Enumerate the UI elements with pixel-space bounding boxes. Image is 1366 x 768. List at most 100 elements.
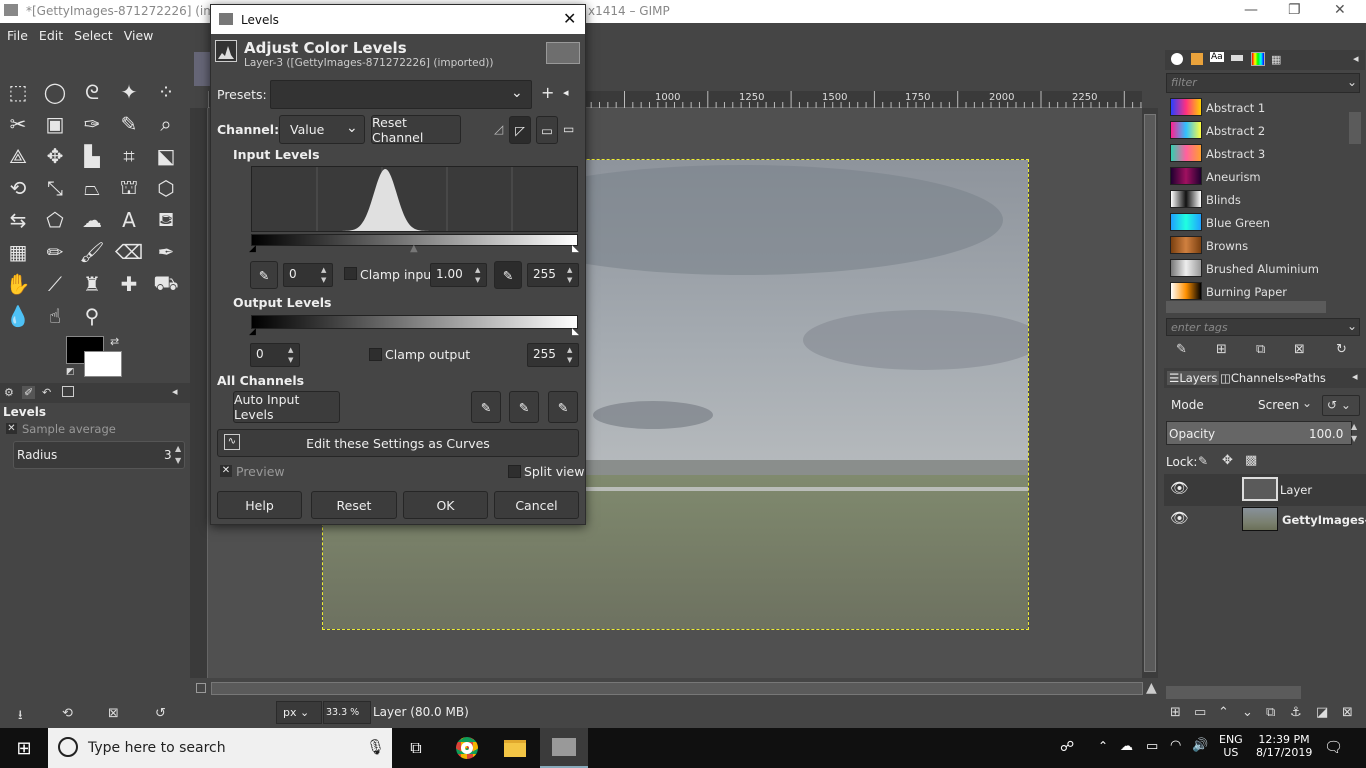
save-tool-preset-icon[interactable]: ⭳ bbox=[18, 706, 23, 728]
output-black-handle[interactable]: ◢ bbox=[249, 327, 256, 337]
free-select-icon[interactable]: ᘓ bbox=[77, 77, 107, 107]
gradient-filter-input[interactable]: filter ⌄ bbox=[1166, 73, 1360, 93]
input-high-stepper-icon[interactable]: ▲ ▼ bbox=[567, 265, 572, 285]
rect-select-icon[interactable]: ⬚ bbox=[3, 77, 33, 107]
patterns-tab-icon[interactable] bbox=[1191, 53, 1203, 65]
gradient-swatch[interactable] bbox=[1170, 213, 1202, 231]
swap-colors-icon[interactable]: ⇄ bbox=[110, 335, 119, 348]
minimize-button[interactable]: — bbox=[1244, 2, 1258, 18]
raise-layer-icon[interactable]: ⌃ bbox=[1218, 705, 1229, 720]
linear-histogram-icon[interactable]: ◿ bbox=[494, 122, 503, 136]
filter-dropdown-icon[interactable]: ⌄ bbox=[1347, 75, 1357, 89]
reset-channel-button[interactable]: Reset Channel bbox=[371, 115, 461, 145]
input-white-handle[interactable]: ◣ bbox=[572, 244, 579, 254]
output-low-field[interactable]: 0 ▲ ▼ bbox=[250, 343, 300, 367]
gradient-name[interactable]: Abstract 3 bbox=[1206, 147, 1265, 161]
mask-layer-icon[interactable]: ◪ bbox=[1316, 705, 1328, 720]
opacity-stepper-icon[interactable]: ▲ ▼ bbox=[1351, 421, 1357, 445]
auto-pick-gray-button[interactable]: ✎ bbox=[509, 391, 539, 423]
volume-icon[interactable]: 🔊 bbox=[1192, 738, 1208, 753]
mode-dropdown-icon[interactable]: ⌄ bbox=[1302, 396, 1312, 410]
default-colors-icon[interactable]: ◩ bbox=[66, 367, 75, 377]
output-high-stepper-icon[interactable]: ▲ ▼ bbox=[567, 345, 572, 365]
gradient-name[interactable]: Brushed Aluminium bbox=[1206, 262, 1319, 276]
split-view-checkbox[interactable] bbox=[508, 465, 521, 478]
add-preset-icon[interactable]: + bbox=[541, 83, 554, 102]
pick-black-point-mode-icon[interactable]: ▭ bbox=[536, 116, 558, 144]
3d-transform-icon[interactable]: ⬡ bbox=[151, 173, 181, 203]
vertical-scroll-thumb[interactable] bbox=[1144, 114, 1156, 672]
input-black-handle[interactable]: ◢ bbox=[249, 244, 256, 254]
chrome-icon[interactable] bbox=[443, 728, 491, 768]
mode-value[interactable]: Screen bbox=[1258, 398, 1299, 412]
refresh-gradients-icon[interactable]: ↻ bbox=[1336, 342, 1347, 357]
layers-dock-menu-icon[interactable]: ◂ bbox=[1352, 370, 1358, 383]
clock[interactable]: 12:39 PM 8/17/2019 bbox=[1256, 733, 1312, 759]
layer-row-selected[interactable]: 👁 Layer bbox=[1164, 474, 1366, 506]
background-color-swatch[interactable] bbox=[84, 351, 122, 377]
foreground-select-icon[interactable]: ▣ bbox=[40, 109, 70, 139]
input-low-field[interactable]: 0 ▲ ▼ bbox=[283, 263, 333, 287]
mode-switch-button[interactable]: ↺ ⌄ bbox=[1322, 395, 1360, 416]
windows-start-icon[interactable]: ⊞ bbox=[0, 728, 48, 768]
tool-presets-tab-icon[interactable] bbox=[1231, 55, 1243, 61]
fuzzy-select-icon[interactable]: ✦ bbox=[114, 77, 144, 107]
gradient-swatch[interactable] bbox=[1170, 98, 1202, 116]
bucket-fill-icon[interactable]: ⛾ bbox=[151, 205, 181, 235]
mypaint-brush-icon[interactable]: ⟋ bbox=[40, 269, 70, 299]
brushes-tab-icon[interactable] bbox=[1171, 53, 1183, 65]
onedrive-icon[interactable]: ☁ bbox=[1120, 739, 1133, 754]
eraser-icon[interactable]: ⌫ bbox=[114, 237, 144, 267]
dock-menu-icon[interactable]: ◂ bbox=[1353, 52, 1359, 65]
delete-gradient-icon[interactable]: ⊠ bbox=[1294, 342, 1305, 357]
zoom-selector[interactable]: 33.3 % bbox=[323, 701, 371, 724]
undo-history-tab-icon[interactable]: ↶ bbox=[42, 386, 51, 399]
menu-select[interactable]: Select bbox=[67, 23, 117, 43]
edit-as-curves-button[interactable]: ∿ Edit these Settings as Curves bbox=[217, 429, 579, 457]
preview-checkbox[interactable]: ✕ bbox=[220, 465, 232, 477]
quick-mask-toggle-icon[interactable] bbox=[196, 683, 206, 693]
presets-combo[interactable]: ⌄ bbox=[270, 80, 532, 109]
notifications-icon[interactable]: 🗨 bbox=[1324, 738, 1343, 756]
output-white-handle[interactable]: ◣ bbox=[572, 327, 579, 337]
auto-input-levels-button[interactable]: Auto Input Levels bbox=[233, 391, 340, 423]
measure-icon[interactable]: ⟁ bbox=[3, 141, 33, 171]
perspective-clone-icon[interactable]: ⛟ bbox=[151, 269, 181, 299]
tab-channels[interactable]: ◫Channels bbox=[1220, 371, 1284, 385]
battery-icon[interactable]: ▭ bbox=[1146, 739, 1158, 754]
gradient-name[interactable]: Browns bbox=[1206, 239, 1248, 253]
microphone-icon[interactable]: 🎙 bbox=[366, 738, 385, 756]
new-layer-group-icon[interactable]: ▭ bbox=[1194, 705, 1206, 720]
gamma-field[interactable]: 1.00 ▲ ▼ bbox=[430, 263, 487, 287]
gradient-swatch[interactable] bbox=[1170, 236, 1202, 254]
restore-button[interactable]: ❐ bbox=[1288, 2, 1301, 18]
warp-icon[interactable]: ☁ bbox=[77, 205, 107, 235]
ellipse-select-icon[interactable]: ◯ bbox=[40, 77, 70, 107]
layers-hscroll[interactable] bbox=[1166, 686, 1301, 699]
tab-layers[interactable]: ☰Layers bbox=[1167, 371, 1220, 385]
pick-white-point-button[interactable]: ✎ bbox=[494, 261, 522, 289]
gradient-name[interactable]: Blue Green bbox=[1206, 216, 1270, 230]
new-layer-icon[interactable]: ⊞ bbox=[1170, 705, 1181, 720]
dialog-close-icon[interactable]: ✕ bbox=[563, 9, 576, 28]
unified-transform-icon[interactable]: ⬕ bbox=[151, 141, 181, 171]
blend-icon[interactable]: ▦ bbox=[3, 237, 33, 267]
gradient-name[interactable]: Burning Paper bbox=[1206, 285, 1287, 299]
tab-paths[interactable]: ⚯Paths bbox=[1285, 371, 1326, 385]
vertical-scrollbar[interactable] bbox=[1142, 108, 1158, 678]
menu-file[interactable]: File bbox=[0, 23, 32, 43]
reset-tool-options-icon[interactable]: ↺ bbox=[155, 706, 166, 721]
preset-menu-icon[interactable]: ◂ bbox=[563, 86, 569, 99]
output-gradient-bar[interactable] bbox=[251, 315, 578, 329]
language-indicator[interactable]: ENG US bbox=[1219, 733, 1243, 759]
visibility-eye-icon[interactable]: 👁 bbox=[1170, 479, 1189, 497]
log-histogram-button[interactable]: ◸ bbox=[509, 116, 531, 144]
new-gradient-icon[interactable]: ⊞ bbox=[1216, 342, 1227, 357]
task-view-icon[interactable]: ⧉ bbox=[392, 728, 440, 768]
pick-black-point-button[interactable]: ✎ bbox=[250, 261, 278, 289]
image-tab-thumbnail[interactable] bbox=[194, 52, 210, 86]
gradients-tab-icon[interactable] bbox=[1251, 52, 1265, 66]
handle-transform-icon[interactable]: ⬠ bbox=[40, 205, 70, 235]
gradient-name[interactable]: Blinds bbox=[1206, 193, 1241, 207]
sample-average-checkbox[interactable]: ✕ bbox=[6, 423, 17, 434]
